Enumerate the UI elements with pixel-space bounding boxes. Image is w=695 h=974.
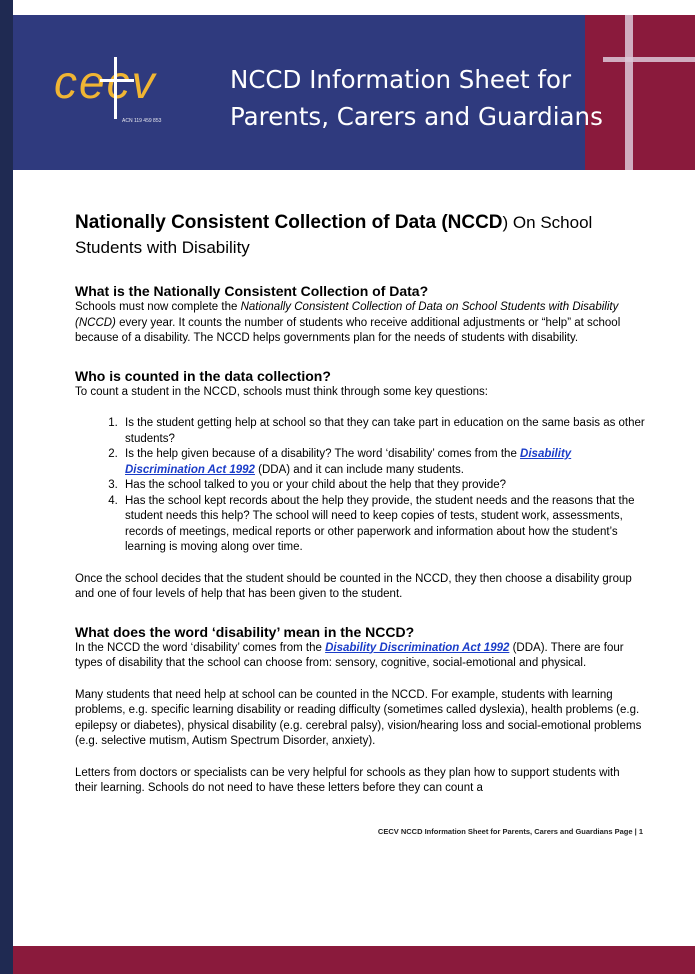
logo-cross-icon xyxy=(114,57,117,119)
section-paragraph: Once the school decides that the student… xyxy=(75,572,632,601)
header-banner: cecv ACN 119 459 853 NCCD Information Sh… xyxy=(13,15,695,170)
cecv-logo: cecv ACN 119 459 853 xyxy=(54,55,194,130)
section-intro: To count a student in the NCCD, schools … xyxy=(75,385,488,398)
left-border-bar xyxy=(0,0,13,974)
list-item: Has the school kept records about the he… xyxy=(121,494,645,556)
header-title: NCCD Information Sheet for Parents, Care… xyxy=(230,61,603,135)
header-cross-bar xyxy=(603,57,695,62)
header-cross-icon xyxy=(625,15,633,170)
section-heading: What does the word ‘disability’ mean in … xyxy=(75,623,415,640)
key-questions-list: Is the student getting help at school so… xyxy=(75,416,645,556)
section-paragraph: Many students that need help at school c… xyxy=(75,688,642,748)
page-title: Nationally Consistent Collection of Data… xyxy=(75,210,645,260)
logo-text: cecv xyxy=(54,56,157,108)
section-what-is-nccd: What is the Nationally Consistent Collec… xyxy=(75,282,645,347)
list-item: Is the student getting help at school so… xyxy=(121,416,645,447)
logo-cross-bar xyxy=(100,79,134,82)
page-title-bold: Nationally Consistent Collection of Data… xyxy=(75,212,503,233)
header-title-line-1: NCCD Information Sheet for xyxy=(230,65,572,94)
section-who-is-counted: Who is counted in the data collection? T… xyxy=(75,367,645,603)
header-title-line-2: Parents, Carers and Guardians xyxy=(230,102,603,131)
section-paragraph: Schools must now complete the Nationally… xyxy=(75,301,621,344)
section-disability-meaning: What does the word ‘disability’ mean in … xyxy=(75,623,645,797)
section-heading: Who is counted in the data collection? xyxy=(75,367,331,384)
document-body: Nationally Consistent Collection of Data… xyxy=(75,210,645,817)
section-paragraph: In the NCCD the word ‘disability’ comes … xyxy=(75,641,624,670)
footer-bar xyxy=(13,946,695,974)
page-footer: CECV NCCD Information Sheet for Parents,… xyxy=(377,827,643,836)
logo-acn: ACN 119 459 853 xyxy=(122,118,162,124)
list-item: Is the help given because of a disabilit… xyxy=(121,447,645,478)
dda-link[interactable]: Disability Discrimination Act 1992 xyxy=(325,642,509,654)
list-item: Has the school talked to you or your chi… xyxy=(121,478,645,494)
section-paragraph: Letters from doctors or specialists can … xyxy=(75,766,620,795)
section-heading: What is the Nationally Consistent Collec… xyxy=(75,283,429,299)
document-page: cecv ACN 119 459 853 NCCD Information Sh… xyxy=(0,0,695,974)
